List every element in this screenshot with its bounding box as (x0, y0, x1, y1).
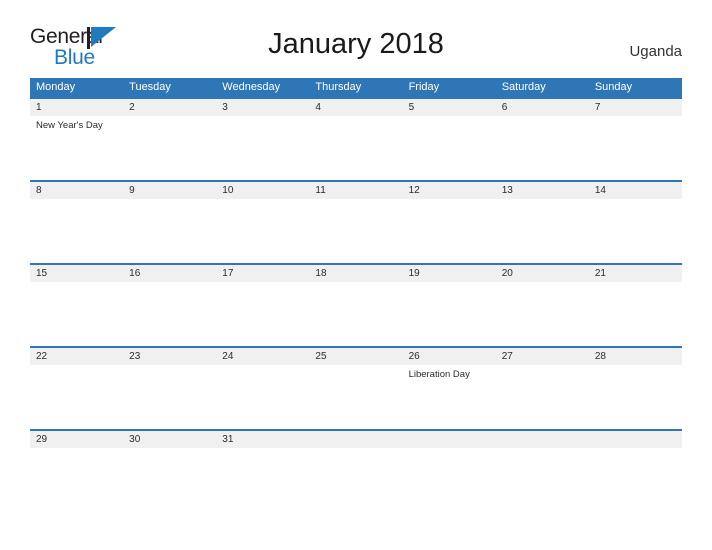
page-header: General Blue January 2018 Uganda (0, 0, 712, 68)
day-cell (309, 448, 402, 512)
date-number[interactable]: 15 (30, 265, 123, 282)
date-number (403, 431, 496, 448)
day-cell[interactable] (30, 199, 123, 263)
day-cell[interactable] (403, 282, 496, 346)
date-number (589, 431, 682, 448)
date-strip: 22 23 24 25 26 27 28 (30, 348, 682, 365)
date-strip: 8 9 10 11 12 13 14 (30, 182, 682, 199)
date-number[interactable]: 10 (216, 182, 309, 199)
date-strip: 29 30 31 (30, 431, 682, 448)
weekday-header-wednesday: Wednesday (222, 81, 281, 93)
date-strip: 1 2 3 4 5 6 7 (30, 99, 682, 116)
event-strip (30, 199, 682, 263)
day-cell (589, 448, 682, 512)
day-cell[interactable] (216, 282, 309, 346)
date-number[interactable]: 7 (589, 99, 682, 116)
weekday-header-tuesday: Tuesday (129, 81, 171, 93)
calendar-grid: Monday Tuesday Wednesday Thursday Friday… (30, 78, 682, 512)
week-row: 8 9 10 11 12 13 14 (30, 180, 682, 263)
date-number[interactable]: 24 (216, 348, 309, 365)
week-row: 15 16 17 18 19 20 21 (30, 263, 682, 346)
day-cell[interactable] (30, 448, 123, 512)
day-cell (403, 448, 496, 512)
weekday-header-sunday: Sunday (594, 81, 633, 93)
weekday-header-friday: Friday (408, 81, 440, 93)
day-cell[interactable] (309, 116, 402, 180)
date-number[interactable]: 6 (496, 99, 589, 116)
event-label: Liberation Day (408, 369, 470, 380)
date-number (496, 431, 589, 448)
event-strip (30, 282, 682, 346)
date-number[interactable]: 17 (216, 265, 309, 282)
day-cell[interactable] (403, 116, 496, 180)
day-cell[interactable] (309, 365, 402, 429)
day-cell[interactable] (496, 199, 589, 263)
date-number[interactable]: 20 (496, 265, 589, 282)
day-cell[interactable] (123, 282, 216, 346)
day-cell[interactable] (309, 199, 402, 263)
date-number[interactable]: 16 (123, 265, 216, 282)
date-number[interactable]: 4 (309, 99, 402, 116)
date-number[interactable]: 2 (123, 99, 216, 116)
date-number[interactable]: 25 (309, 348, 402, 365)
date-strip: 15 16 17 18 19 20 21 (30, 265, 682, 282)
day-cell[interactable] (216, 365, 309, 429)
date-number[interactable]: 29 (30, 431, 123, 448)
day-cell[interactable] (123, 199, 216, 263)
date-number[interactable]: 22 (30, 348, 123, 365)
day-cell[interactable] (123, 116, 216, 180)
date-number[interactable]: 9 (123, 182, 216, 199)
date-number[interactable]: 27 (496, 348, 589, 365)
date-number (309, 431, 402, 448)
date-number[interactable]: 21 (589, 265, 682, 282)
date-number[interactable]: 11 (309, 182, 402, 199)
day-cell[interactable] (30, 365, 123, 429)
day-cell[interactable] (216, 199, 309, 263)
date-number[interactable]: 13 (496, 182, 589, 199)
event-strip: Liberation Day (30, 365, 682, 429)
weekday-header-row: Monday Tuesday Wednesday Thursday Friday… (30, 78, 682, 97)
day-cell (496, 448, 589, 512)
date-number[interactable]: 14 (589, 182, 682, 199)
day-cell[interactable] (496, 116, 589, 180)
date-number[interactable]: 5 (403, 99, 496, 116)
date-number[interactable]: 3 (216, 99, 309, 116)
week-row: 1 2 3 4 5 6 7 New Year's Day (30, 97, 682, 180)
week-row: 29 30 31 (30, 429, 682, 512)
date-number[interactable]: 8 (30, 182, 123, 199)
day-cell[interactable] (589, 365, 682, 429)
day-cell[interactable]: New Year's Day (30, 116, 123, 180)
day-cell[interactable] (216, 116, 309, 180)
event-label: New Year's Day (36, 120, 103, 131)
weekday-header-saturday: Saturday (501, 81, 546, 93)
week-row: 22 23 24 25 26 27 28 Liberation Day (30, 346, 682, 429)
day-cell[interactable] (589, 199, 682, 263)
day-cell[interactable]: Liberation Day (403, 365, 496, 429)
date-number[interactable]: 1 (30, 99, 123, 116)
event-strip: New Year's Day (30, 116, 682, 180)
date-number[interactable]: 28 (589, 348, 682, 365)
date-number[interactable]: 12 (403, 182, 496, 199)
day-cell[interactable] (496, 282, 589, 346)
day-cell[interactable] (216, 448, 309, 512)
day-cell[interactable] (123, 448, 216, 512)
day-cell[interactable] (589, 116, 682, 180)
weekday-header-thursday: Thursday (315, 81, 362, 93)
region-label: Uganda (629, 43, 682, 60)
day-cell[interactable] (123, 365, 216, 429)
day-cell[interactable] (403, 199, 496, 263)
date-number[interactable]: 19 (403, 265, 496, 282)
date-number[interactable]: 23 (123, 348, 216, 365)
date-number[interactable]: 18 (309, 265, 402, 282)
date-number[interactable]: 31 (216, 431, 309, 448)
day-cell[interactable] (309, 282, 402, 346)
event-strip (30, 448, 682, 512)
page-title: January 2018 (268, 28, 444, 60)
day-cell[interactable] (589, 282, 682, 346)
date-number[interactable]: 30 (123, 431, 216, 448)
day-cell[interactable] (30, 282, 123, 346)
day-cell[interactable] (496, 365, 589, 429)
date-number[interactable]: 26 (403, 348, 496, 365)
weekday-header-monday: Monday (36, 81, 76, 93)
